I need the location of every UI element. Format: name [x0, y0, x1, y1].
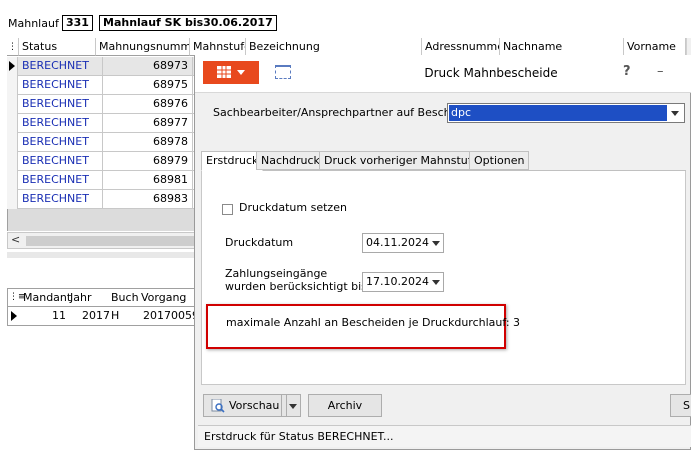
druckdatum-picker[interactable]: 04.11.2024	[362, 233, 444, 253]
chevron-down-icon	[432, 280, 440, 285]
mahnlauf-label: Mahnlauf	[8, 17, 59, 30]
zahlung-date-picker[interactable]: 17.10.2024	[362, 272, 444, 292]
number-cell[interactable]: 68978	[103, 133, 193, 152]
tab-optionen[interactable]: Optionen	[469, 151, 530, 170]
sachbearbeiter-select[interactable]: dpc	[447, 103, 685, 123]
tab-nachdruck[interactable]: Nachdruck	[256, 151, 325, 170]
druckdatum-setzen-label: Druckdatum setzen	[239, 201, 347, 214]
table-row[interactable]: BERECHNET 68983	[7, 190, 197, 209]
tab-druck-vorheriger-mahnstufen[interactable]: Druck vorheriger Mahnstufen	[319, 151, 491, 170]
status-cell[interactable]: BERECHNET	[19, 114, 103, 133]
status-cell[interactable]: BERECHNET	[19, 57, 103, 76]
col-vorgang[interactable]: Vorgang	[141, 291, 186, 304]
vorschau-label: Vorschau	[229, 399, 280, 412]
col-mahnungsnummer[interactable]: Mahnungsnummer	[96, 38, 190, 56]
number-cell[interactable]: 68977	[103, 114, 193, 133]
col-status[interactable]: Status	[19, 38, 96, 56]
s-button[interactable]: S	[670, 394, 691, 417]
mandant-cell[interactable]: 11	[52, 309, 66, 322]
status-bar: Erstdruck für Status BERECHNET...	[198, 425, 691, 447]
scroll-left-icon[interactable]: <	[11, 233, 20, 246]
max-info-text: maximale Anzahl an Bescheiden je Druckdu…	[226, 316, 521, 329]
table-row[interactable]: BERECHNET 68981	[7, 171, 197, 190]
jahr-cell[interactable]: 2017	[82, 309, 110, 322]
table-row[interactable]: BERECHNET 68975	[7, 76, 197, 95]
col-adressnummer[interactable]: Adressnummer	[422, 38, 500, 56]
col-buch[interactable]: Buch	[111, 291, 139, 304]
magnifier-page-icon	[211, 399, 225, 413]
col-bezeichnung[interactable]: Bezeichnung	[246, 38, 422, 56]
druckdatum-label: Druckdatum	[225, 236, 294, 249]
sachbearbeiter-value: dpc	[449, 105, 667, 121]
table-row[interactable]: BERECHNET 68973	[7, 57, 197, 76]
status-cell[interactable]: BERECHNET	[19, 171, 103, 190]
window-layout-icon[interactable]	[275, 65, 291, 79]
zahlung-label-line1: Zahlungseingänge	[225, 267, 328, 280]
scroll-thumb[interactable]	[26, 236, 196, 246]
table-row[interactable]: BERECHNET 68976	[7, 95, 197, 114]
status-cell[interactable]: BERECHNET	[19, 76, 103, 95]
druck-mahnbescheide-dialog: Druck Mahnbescheide ? – Sachbearbeiter/A…	[194, 55, 691, 450]
minimize-button[interactable]: –	[657, 64, 664, 79]
subgrid: ⋮≡ Mandant Jahr Buch Vorgang 11 2017 H 2…	[7, 288, 206, 326]
status-cell[interactable]: BERECHNET	[19, 95, 103, 114]
druckdatum-setzen-checkbox[interactable]	[222, 204, 233, 215]
chevron-down-icon	[237, 70, 245, 75]
druckdatum-value: 04.11.2024	[366, 236, 429, 249]
status-cell[interactable]: BERECHNET	[19, 152, 103, 171]
number-cell[interactable]: 68981	[103, 171, 193, 190]
app-menu-button[interactable]	[203, 61, 259, 84]
table-row[interactable]: BERECHNET 68977	[7, 114, 197, 133]
table-row[interactable]: BERECHNET 68978	[7, 133, 197, 152]
number-cell[interactable]: 68975	[103, 76, 193, 95]
vorschau-dropdown-button[interactable]	[287, 394, 301, 417]
mahnlauf-title: Mahnlauf SK bis30.06.2017	[99, 15, 277, 31]
col-mahnstufe[interactable]: Mahnstufe	[190, 38, 246, 56]
grid-menu-icon[interactable]: ⋮≡	[7, 38, 19, 56]
zahlung-label: Zahlungseingänge wurden berücksichtigt b…	[225, 267, 367, 293]
buch-cell[interactable]: H	[111, 309, 119, 322]
vorschau-button[interactable]: Vorschau	[203, 394, 287, 417]
chevron-down-icon	[289, 404, 297, 409]
tab-erstdruck[interactable]: Erstdruck	[201, 151, 264, 171]
status-text: Erstdruck für Status BERECHNET...	[204, 430, 394, 443]
number-cell[interactable]: 68973	[103, 57, 193, 76]
table-icon	[217, 66, 231, 78]
dialog-titlebar: Druck Mahnbescheide ? –	[195, 55, 691, 93]
row-indicator-icon	[11, 311, 17, 321]
horizontal-scrollbar[interactable]: <	[7, 232, 197, 249]
zahlung-value: 17.10.2024	[366, 275, 429, 288]
status-cell[interactable]: BERECHNET	[19, 190, 103, 209]
archiv-button[interactable]: Archiv	[308, 394, 382, 417]
row-indicator	[7, 57, 18, 76]
help-button[interactable]: ?	[623, 64, 631, 79]
grid-footer	[7, 209, 197, 231]
col-jahr[interactable]: Jahr	[70, 291, 91, 304]
chevron-down-icon	[432, 241, 440, 246]
number-cell[interactable]: 68976	[103, 95, 193, 114]
sachbearbeiter-label: Sachbearbeiter/Ansprechpartner auf Besch…	[213, 106, 468, 119]
erstdruck-panel: Druckdatum setzen Druckdatum 04.11.2024 …	[201, 171, 686, 385]
status-cell[interactable]: BERECHNET	[19, 133, 103, 152]
table-row[interactable]: BERECHNET 68979	[7, 152, 197, 171]
col-mandant[interactable]: Mandant	[23, 291, 71, 304]
chevron-down-icon	[671, 111, 679, 116]
mahnlauf-number: 331	[62, 15, 93, 31]
zahlung-label-line2: wurden berücksichtigt bis	[225, 280, 367, 293]
col-nachname[interactable]: Nachname	[500, 38, 624, 56]
dialog-title: Druck Mahnbescheide	[424, 66, 558, 80]
col-vorname[interactable]: Vorname	[624, 38, 686, 56]
number-cell[interactable]: 68979	[103, 152, 193, 171]
number-cell[interactable]: 68983	[103, 190, 193, 209]
